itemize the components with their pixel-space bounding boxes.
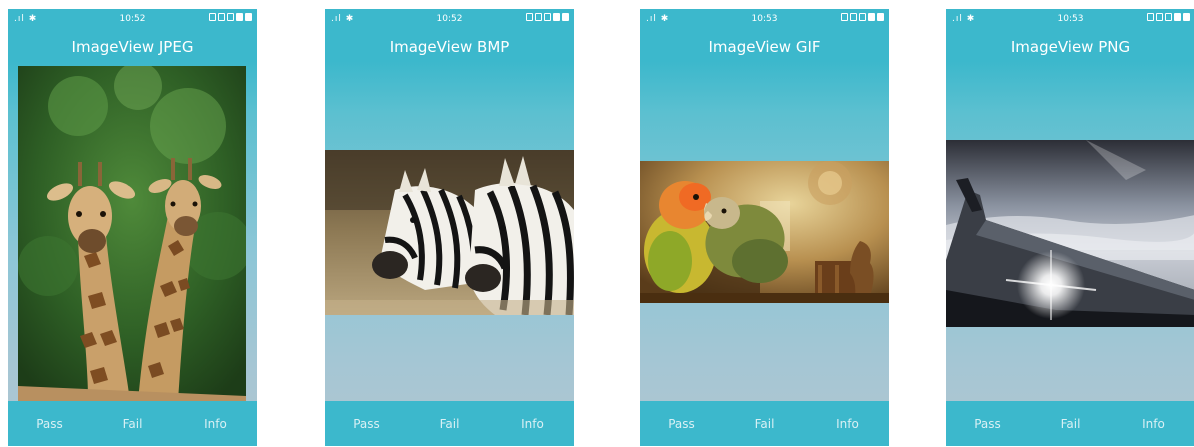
pass-button[interactable]: Pass [652,417,712,431]
screen-gif: .ıl ✱ 10:53 ImageView GIF Pass Fail Info [640,9,889,446]
pass-button[interactable]: Pass [337,417,397,431]
info-button[interactable]: Info [186,417,246,431]
bottom-button-bar: Pass Fail Info [8,401,257,446]
status-bar: .ıl ✱ 10:53 [946,9,1194,29]
status-icons [1147,13,1190,21]
fail-button[interactable]: Fail [103,417,163,431]
status-icons [209,13,252,21]
airplane-wing-photo [946,140,1194,327]
screen-bmp: .ıl ✱ 10:52 ImageView BMP Pass Fail Info [325,9,574,446]
status-bar: .ıl ✱ 10:53 [640,9,889,29]
bottom-button-bar: Pass Fail Info [640,401,889,446]
bottom-button-bar: Pass Fail Info [946,401,1194,446]
zebras-photo [325,150,574,315]
fail-button[interactable]: Fail [420,417,480,431]
page-title: ImageView PNG [1010,38,1131,56]
pass-button[interactable]: Pass [958,417,1018,431]
screen-png: .ıl ✱ 10:53 ImageView PNG Pass Fail Info [946,9,1194,446]
parrots-photo [640,161,889,303]
page-title: ImageView GIF [708,38,821,56]
giraffes-photo [18,66,246,401]
status-icons [526,13,569,21]
page-title: ImageView JPEG [71,38,194,56]
info-button[interactable]: Info [818,417,878,431]
status-bar: .ıl ✱ 10:52 [8,9,257,29]
fail-button[interactable]: Fail [1041,417,1101,431]
page-title: ImageView BMP [389,38,510,56]
status-icons [841,13,884,21]
bottom-button-bar: Pass Fail Info [325,401,574,446]
screen-jpeg: .ıl ✱ 10:52 ImageView JPEG Pass Fail Inf… [8,9,257,446]
info-button[interactable]: Info [503,417,563,431]
info-button[interactable]: Info [1124,417,1184,431]
fail-button[interactable]: Fail [735,417,795,431]
status-bar: .ıl ✱ 10:52 [325,9,574,29]
pass-button[interactable]: Pass [20,417,80,431]
